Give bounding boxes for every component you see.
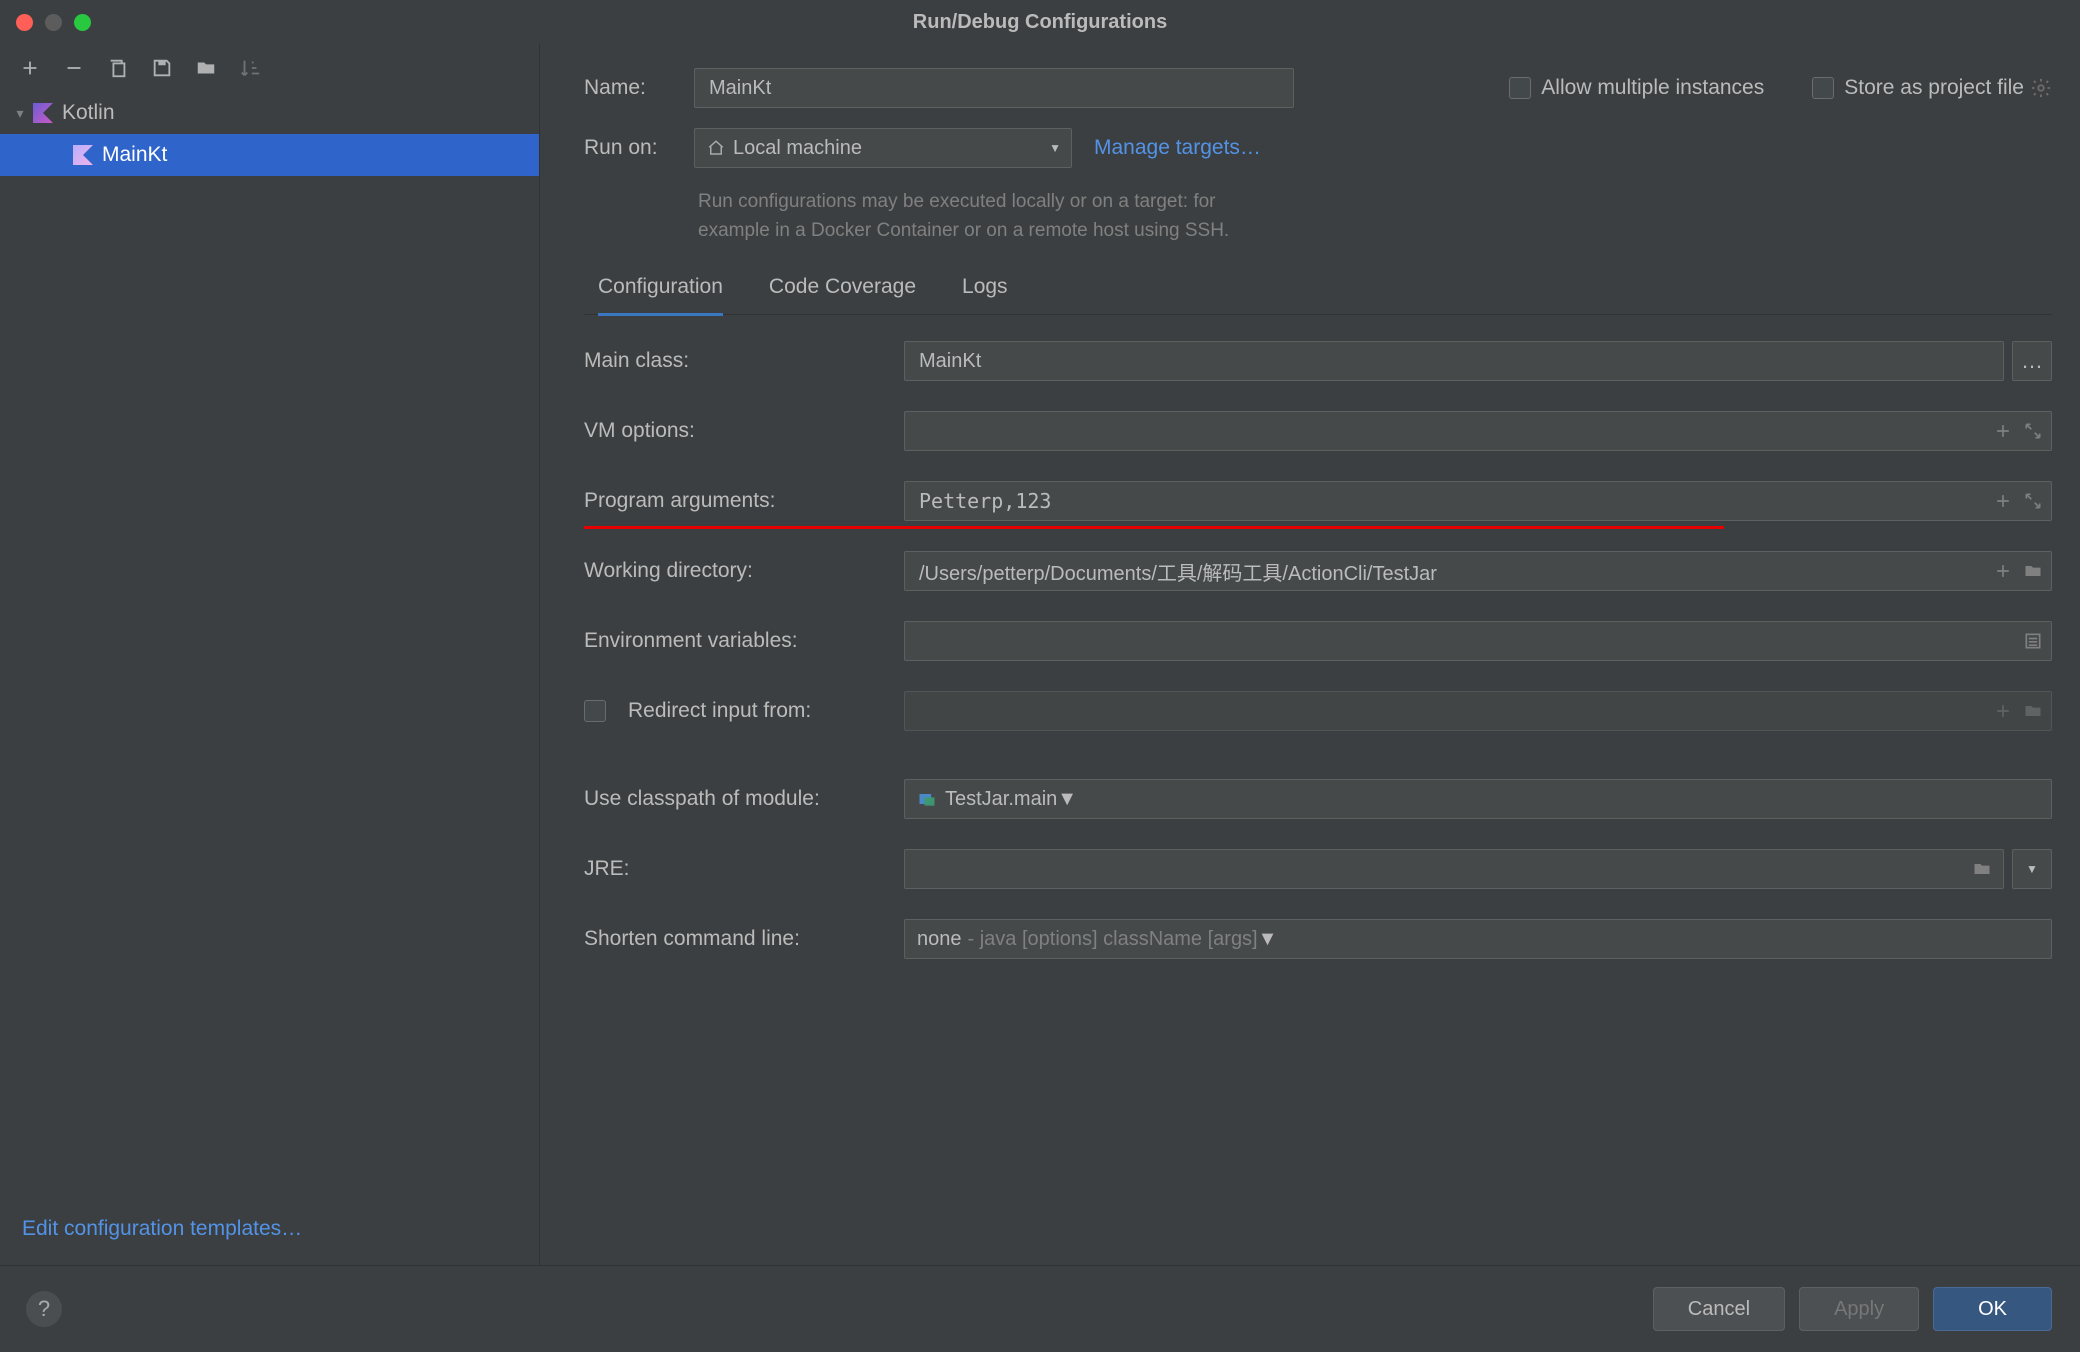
kotlin-icon [32, 102, 54, 124]
cancel-button[interactable]: Cancel [1653, 1287, 1785, 1331]
jre-label: JRE: [584, 857, 904, 881]
remove-icon[interactable] [62, 56, 86, 80]
kotlin-icon [72, 144, 94, 166]
list-icon[interactable] [2022, 630, 2044, 652]
tree-item-mainkt[interactable]: MainKt [0, 134, 539, 176]
browse-class-button[interactable]: … [2012, 341, 2052, 381]
tab-configuration[interactable]: Configuration [598, 265, 723, 316]
copy-icon[interactable] [106, 56, 130, 80]
config-tree[interactable]: ▾ Kotlin MainKt [0, 88, 539, 176]
shorten-dropdown[interactable]: none - java [options] className [args] ▼ [904, 919, 2052, 959]
help-button[interactable]: ? [26, 1291, 62, 1327]
vm-options-input[interactable] [904, 411, 2052, 451]
program-args-label: Program arguments: [584, 489, 904, 513]
manage-targets-link[interactable]: Manage targets… [1094, 136, 1261, 160]
allow-multiple-checkbox[interactable] [1509, 77, 1531, 99]
redirect-label: Redirect input from: [584, 699, 904, 723]
window-title: Run/Debug Configurations [913, 11, 1167, 34]
working-dir-label: Working directory: [584, 559, 904, 583]
run-on-hint: Run configurations may be executed local… [698, 188, 2052, 245]
tab-code-coverage[interactable]: Code Coverage [769, 265, 916, 314]
sidebar: ▾ Kotlin MainKt Edit configuration templ… [0, 44, 540, 1265]
plus-icon[interactable] [1992, 700, 2014, 722]
chevron-down-icon: ▼ [1049, 141, 1061, 155]
run-on-value: Local machine [733, 137, 862, 160]
name-input[interactable] [694, 68, 1294, 108]
vm-options-label: VM options: [584, 419, 904, 443]
tab-logs[interactable]: Logs [962, 265, 1008, 314]
classpath-label: Use classpath of module: [584, 787, 904, 811]
classpath-value: TestJar.main [945, 788, 1057, 811]
home-icon [707, 139, 725, 157]
redirect-input[interactable] [904, 691, 2052, 731]
working-dir-input[interactable] [904, 551, 2052, 591]
plus-icon[interactable] [1992, 560, 2014, 582]
run-on-label: Run on: [584, 136, 694, 160]
store-project-label: Store as project file [1844, 76, 2024, 100]
program-args-input[interactable] [904, 481, 2052, 521]
sidebar-toolbar [0, 44, 539, 88]
store-project-checkbox[interactable] [1812, 77, 1834, 99]
edit-templates-link[interactable]: Edit configuration templates… [22, 1217, 302, 1241]
classpath-dropdown[interactable]: TestJar.main ▼ [904, 779, 2052, 819]
tree-item-label: MainKt [102, 143, 167, 167]
plus-icon[interactable] [1992, 420, 2014, 442]
tabs: Configuration Code Coverage Logs [584, 265, 2052, 315]
plus-icon[interactable] [1992, 490, 2014, 512]
annotation-underline [584, 526, 1724, 529]
save-icon[interactable] [150, 56, 174, 80]
apply-button[interactable]: Apply [1799, 1287, 1919, 1331]
env-vars-label: Environment variables: [584, 629, 904, 653]
jre-dropdown-field[interactable] [904, 849, 2004, 889]
tree-group-kotlin[interactable]: ▾ Kotlin [0, 92, 539, 134]
config-panel: Name: Allow multiple instances Store as … [540, 44, 2080, 1265]
expand-icon[interactable] [2022, 420, 2044, 442]
shorten-label: Shorten command line: [584, 927, 904, 951]
name-label: Name: [584, 76, 694, 100]
chevron-down-icon[interactable]: ▾ [12, 105, 28, 122]
folder-icon[interactable] [2022, 700, 2044, 722]
minimize-window-button[interactable] [45, 14, 62, 31]
redirect-checkbox[interactable] [584, 700, 606, 722]
tree-group-label: Kotlin [62, 101, 115, 125]
gear-icon[interactable] [2030, 77, 2052, 99]
main-class-input[interactable] [904, 341, 2004, 381]
folder-icon[interactable] [2022, 560, 2044, 582]
maximize-window-button[interactable] [74, 14, 91, 31]
chevron-down-icon: ▼ [1057, 788, 1077, 811]
bottom-bar: ? Cancel Apply OK [0, 1266, 2080, 1352]
titlebar: Run/Debug Configurations [0, 0, 2080, 44]
folder-icon[interactable] [194, 56, 218, 80]
main-class-label: Main class: [584, 349, 904, 373]
env-vars-input[interactable] [904, 621, 2052, 661]
close-window-button[interactable] [16, 14, 33, 31]
sort-icon[interactable] [238, 56, 262, 80]
ok-button[interactable]: OK [1933, 1287, 2052, 1331]
shorten-hint: - java [options] className [args] [968, 928, 1258, 951]
folder-icon[interactable] [1971, 858, 1993, 880]
shorten-value: none [917, 928, 962, 951]
run-on-dropdown[interactable]: Local machine ▼ [694, 128, 1072, 168]
add-icon[interactable] [18, 56, 42, 80]
module-icon [917, 789, 937, 809]
form-area: Main class: … VM options: [584, 315, 2052, 1265]
allow-multiple-label: Allow multiple instances [1541, 76, 1764, 100]
jre-dropdown-button[interactable]: ▼ [2012, 849, 2052, 889]
chevron-down-icon: ▼ [1258, 928, 1278, 951]
expand-icon[interactable] [2022, 490, 2044, 512]
